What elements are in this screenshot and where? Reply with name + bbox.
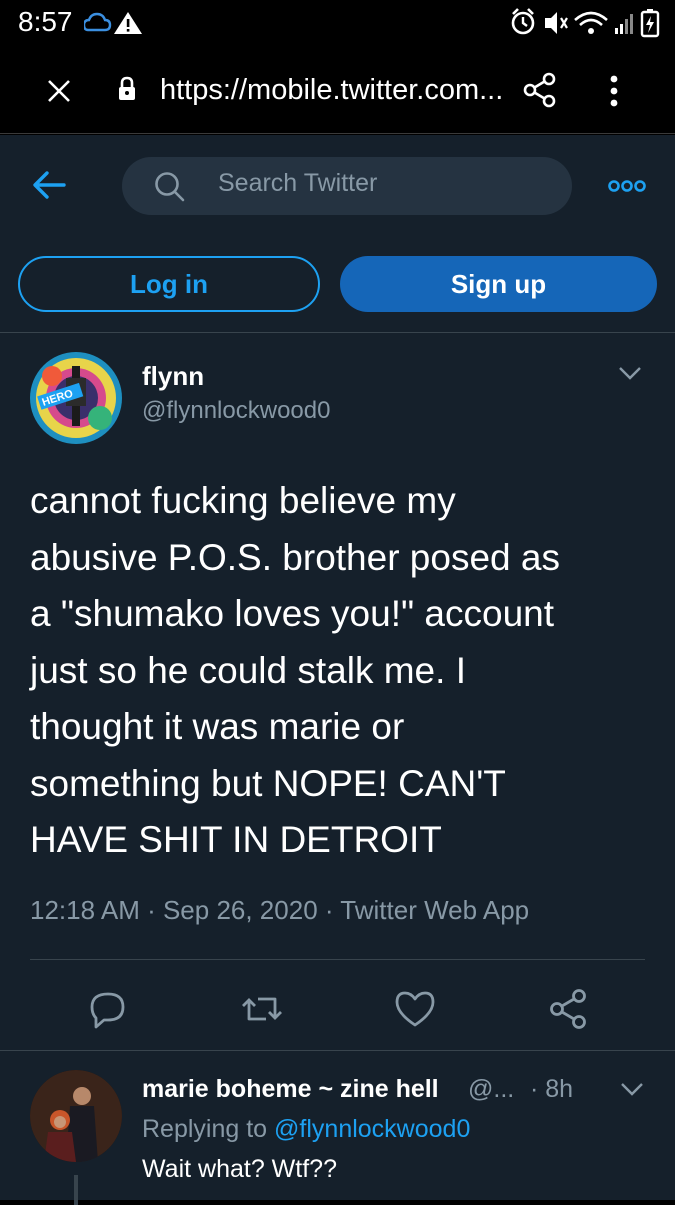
mute-icon <box>545 12 568 34</box>
status-left-icons <box>84 12 142 34</box>
tweet-text-line: thought it was marie or <box>30 706 405 747</box>
wifi-icon <box>574 11 608 34</box>
lock-icon <box>119 76 135 100</box>
tweet-text-line: HAVE SHIT IN DETROIT <box>30 819 442 860</box>
twitter-page: Search Twitter Log in Sign up HERO flynn… <box>0 135 675 1205</box>
search-placeholder: Search Twitter <box>218 169 378 197</box>
tweet-meta[interactable]: 12:18 AM · Sep 26, 2020 · Twitter Web Ap… <box>30 895 529 926</box>
url-bar[interactable]: https://mobile.twitter.com... <box>160 74 503 107</box>
reply-thread-line <box>74 1175 78 1205</box>
signal-icon <box>615 14 633 34</box>
browser-toolbar: https://mobile.twitter.com... <box>0 44 675 134</box>
share-icon[interactable] <box>522 72 558 108</box>
header-divider <box>0 332 675 333</box>
status-bar: 8:57 <box>0 0 675 44</box>
share-icon[interactable] <box>546 987 590 1031</box>
like-icon[interactable] <box>393 987 437 1031</box>
search-input[interactable]: Search Twitter <box>122 157 572 215</box>
chevron-down-icon[interactable] <box>620 1081 644 1097</box>
alarm-icon <box>511 8 535 35</box>
tweet-text-line: abusive P.O.S. brother posed as <box>30 536 560 578</box>
tweet-divider <box>0 1050 675 1051</box>
close-icon[interactable] <box>46 78 72 104</box>
more-vertical-icon[interactable] <box>608 74 620 108</box>
retweet-icon[interactable] <box>240 987 284 1031</box>
warning-icon <box>114 12 142 34</box>
author-name[interactable]: flynn <box>142 361 204 392</box>
reply-author-handle[interactable]: @... <box>468 1075 514 1104</box>
avatar-image: HERO <box>30 352 122 444</box>
search-icon <box>155 172 185 202</box>
reply-avatar[interactable] <box>30 1070 122 1162</box>
status-time: 8:57 <box>18 6 73 37</box>
back-arrow-icon[interactable] <box>32 170 66 200</box>
reply-author-name[interactable]: marie boheme ~ zine hell <box>142 1075 439 1104</box>
status-right-icons <box>511 8 660 38</box>
tweet-text-line: cannot fucking believe my <box>30 480 456 521</box>
avatar[interactable]: HERO <box>30 352 122 444</box>
reply-avatar-image <box>30 1070 122 1162</box>
signup-button[interactable]: Sign up <box>340 256 657 312</box>
replying-to-prefix: Replying to <box>142 1115 275 1143</box>
meta-divider <box>30 959 645 960</box>
tweet-text-line: a "shumako loves you!" account <box>30 593 554 634</box>
more-horizontal-icon[interactable] <box>608 179 646 193</box>
chevron-down-icon[interactable] <box>618 365 642 381</box>
tweet-text-line: just so he could stalk me. I <box>30 649 466 691</box>
battery-icon <box>640 9 660 38</box>
author-handle[interactable]: @flynnlockwood0 <box>142 397 330 425</box>
reply-timestamp[interactable]: · 8h <box>530 1075 573 1104</box>
reply-text: Wait what? Wtf?? <box>142 1155 337 1183</box>
reply-icon[interactable] <box>86 987 130 1031</box>
tweet-text: cannot fucking believe my abusive P.O.S.… <box>30 473 650 869</box>
tweet-text-line: something but NOPE! CAN'T <box>30 762 506 804</box>
cloud-icon <box>84 12 112 32</box>
login-button[interactable]: Log in <box>18 256 320 312</box>
replying-to: Replying to @flynnlockwood0 <box>142 1115 470 1144</box>
replying-to-mention[interactable]: @flynnlockwood0 <box>274 1115 470 1143</box>
